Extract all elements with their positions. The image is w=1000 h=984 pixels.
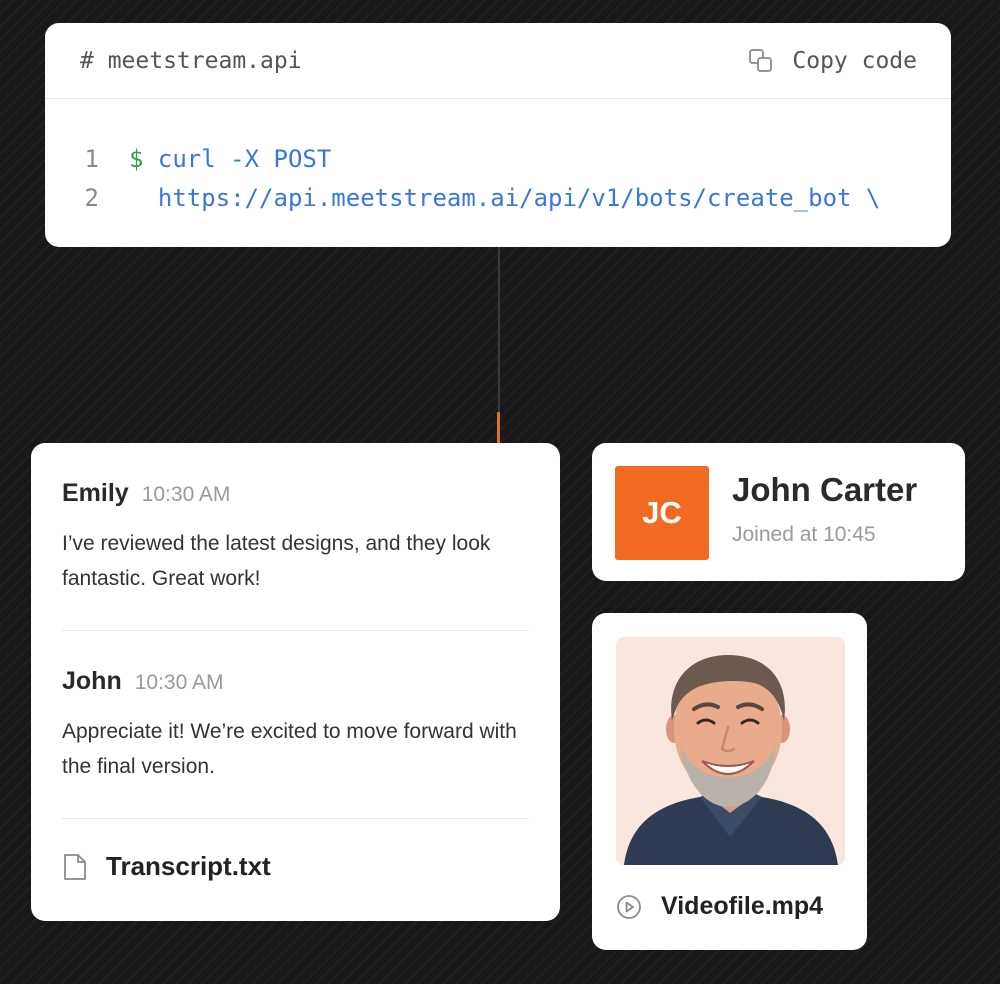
message-author: Emily	[62, 479, 129, 507]
file-icon	[62, 852, 88, 882]
copy-code-label: Copy code	[792, 47, 917, 74]
video-file-link[interactable]: Videofile.mp4	[616, 892, 823, 921]
code-header: # meetstream.api Copy code	[45, 23, 951, 99]
code-command: curl -X POST	[157, 144, 332, 173]
copy-code-button[interactable]: Copy code	[748, 48, 917, 74]
message-time: 10:30 AM	[134, 671, 224, 694]
avatar: JC	[615, 466, 709, 560]
transcript-attachment[interactable]: Transcript.txt	[62, 819, 529, 882]
code-url: https://api.meetstream.ai/api/v1/bots/cr…	[157, 183, 881, 212]
video-thumbnail[interactable]	[616, 637, 845, 865]
code-line-text: $ curl -X POST	[129, 145, 331, 173]
chat-card: Emily 10:30 AM I’ve reviewed the latest …	[31, 443, 560, 921]
code-filename: # meetstream.api	[80, 47, 302, 74]
connector-line	[498, 247, 500, 413]
code-line: 2 https://api.meetstream.ai/api/v1/bots/…	[45, 178, 951, 217]
video-filename: Videofile.mp4	[661, 892, 824, 920]
participant-joined-status: Joined at 10:45	[732, 523, 876, 546]
person-portrait-image	[616, 637, 845, 865]
copy-icon	[748, 48, 774, 74]
transcript-filename: Transcript.txt	[106, 851, 271, 881]
chat-message: Emily 10:30 AM I’ve reviewed the latest …	[62, 443, 529, 631]
chat-message: John 10:30 AM Appreciate it! We’re excit…	[62, 631, 529, 819]
message-text: Appreciate it! We’re excited to move for…	[62, 720, 517, 778]
connector-line-active	[497, 412, 500, 443]
code-snippet-card: # meetstream.api Copy code 1 $ curl -X P…	[45, 23, 951, 247]
message-header: Emily 10:30 AM	[62, 479, 529, 508]
code-line: 1 $ curl -X POST	[45, 139, 951, 178]
message-header: John 10:30 AM	[62, 667, 529, 696]
line-number: 1	[84, 144, 99, 173]
code-body: 1 $ curl -X POST 2 https://api.meetstrea…	[45, 99, 951, 217]
play-circle-icon	[616, 894, 642, 920]
participant-card: JC John Carter Joined at 10:45	[592, 443, 965, 581]
message-time: 10:30 AM	[141, 483, 231, 506]
message-text: I’ve reviewed the latest designs, and th…	[62, 532, 491, 590]
code-line-text: https://api.meetstream.ai/api/v1/bots/cr…	[129, 184, 880, 212]
shell-prompt: $	[129, 144, 144, 173]
video-card: Videofile.mp4	[592, 613, 867, 950]
message-author: John	[62, 667, 122, 695]
participant-name: John Carter	[732, 471, 918, 508]
line-number: 2	[84, 183, 99, 212]
